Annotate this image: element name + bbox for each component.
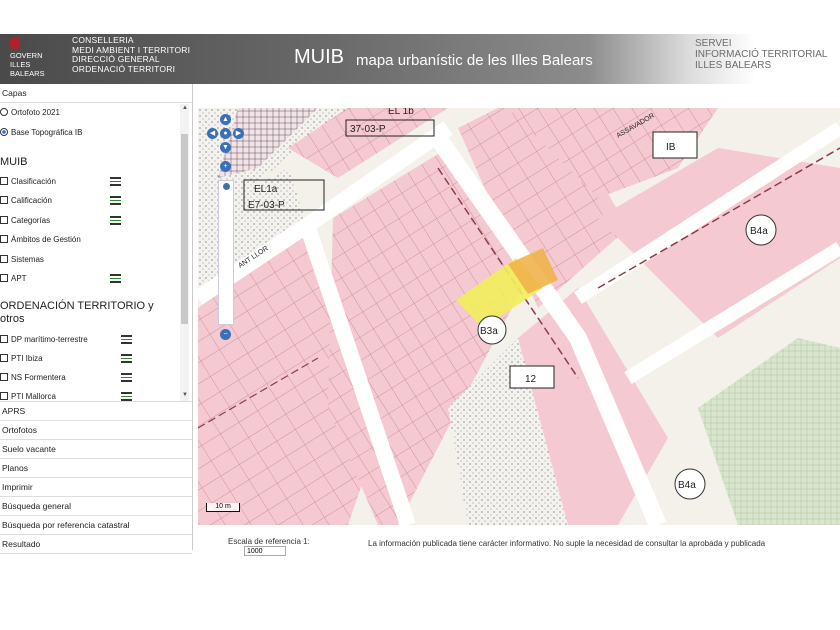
layer-apt[interactable]: APT — [0, 272, 27, 286]
radio-topografica[interactable] — [0, 128, 8, 136]
layer-dp-maritimo[interactable]: DP marítimo-terrestre — [0, 333, 88, 347]
disclaimer-text: La información publicada tiene carácter … — [368, 539, 766, 548]
map-label: EL 1b — [388, 108, 414, 117]
pan-right-icon[interactable]: ▶ — [233, 128, 244, 139]
app-header: GOVERN ILLES BALEARS CONSELLERIA MEDI AM… — [0, 34, 840, 84]
checkbox[interactable] — [0, 196, 8, 204]
servei-text: SERVEI INFORMACIÓ TERRITORIAL ILLES BALE… — [695, 38, 828, 71]
base-layer-topografica[interactable]: Base Topográfica IB — [0, 126, 82, 140]
map-label: IB — [666, 142, 676, 153]
checkbox[interactable] — [0, 177, 8, 185]
app-title: MUIB — [294, 46, 344, 68]
menu-resultado[interactable]: Resultado — [0, 535, 192, 554]
legend-icon[interactable] — [121, 392, 132, 401]
layer-clasificacion[interactable]: Clasificación — [0, 175, 56, 189]
govern-crest-icon — [10, 38, 20, 50]
legend-icon[interactable] — [110, 274, 121, 283]
urban-plan-map[interactable]: 37-03-P EL 1b EL1a E7-03-P IB B4a B3a 12… — [198, 108, 840, 525]
scroll-up-icon[interactable]: ▲ — [182, 105, 188, 111]
group-title-ordenacion: ORDENACIÓN TERRITORIO y otros — [0, 300, 154, 325]
scale-bar: 10 m — [206, 503, 240, 512]
legend-icon[interactable] — [110, 216, 121, 225]
checkbox[interactable] — [0, 216, 8, 224]
app-subtitle: mapa urbanístic de les Illes Balears — [356, 52, 593, 69]
menu-planos[interactable]: Planos — [0, 459, 192, 478]
group-title-muib: MUIB — [0, 156, 28, 168]
checkbox[interactable] — [0, 392, 8, 400]
layers-scrollbar[interactable]: ▲ ▼ — [180, 104, 189, 401]
scale-input[interactable] — [244, 546, 286, 556]
govern-logo: GOVERN ILLES BALEARS — [10, 38, 66, 78]
capas-header[interactable]: Capas — [0, 84, 192, 103]
scrollbar-thumb[interactable] — [181, 134, 188, 324]
zoom-in-icon[interactable]: + — [220, 161, 231, 172]
pan-down-icon[interactable]: ▼ — [220, 142, 231, 153]
menu-busqueda-general[interactable]: Búsqueda general — [0, 497, 192, 516]
checkbox[interactable] — [0, 255, 8, 263]
radio-ortofoto[interactable] — [0, 108, 8, 116]
menu-ortofotos[interactable]: Ortofotos — [0, 421, 192, 440]
layer-calificacion[interactable]: Calificación — [0, 194, 52, 208]
scroll-down-icon[interactable]: ▼ — [182, 392, 188, 398]
layer-sistemas[interactable]: Sistemas — [0, 253, 44, 267]
base-layer-ortofoto[interactable]: Ortofoto 2021 — [0, 106, 60, 120]
legend-icon[interactable] — [110, 177, 121, 186]
map-label: EL1a — [254, 184, 278, 195]
layers-panel: Ortofoto 2021 Base Topográfica IB MUIB C… — [0, 104, 192, 402]
map-label: E7-03-P — [248, 200, 285, 211]
map-label: B4a — [678, 480, 696, 491]
map-view[interactable]: 37-03-P EL 1b EL1a E7-03-P IB B4a B3a 12… — [198, 108, 840, 525]
map-label: 12 — [525, 374, 537, 385]
map-label: B3a — [480, 326, 498, 337]
legend-icon[interactable] — [121, 354, 132, 363]
map-label: 37-03-P — [350, 124, 386, 135]
checkbox[interactable] — [0, 354, 8, 362]
checkbox[interactable] — [0, 335, 8, 343]
zoom-slider-thumb[interactable] — [223, 183, 230, 190]
sidebar: Capas Ortofoto 2021 Base Topográfica IB … — [0, 84, 193, 554]
menu-imprimir[interactable]: Imprimir — [0, 478, 192, 497]
scale-label: Escala de referencia 1: — [228, 537, 310, 546]
layer-pti-ibiza[interactable]: PTI Ibiza — [0, 352, 43, 366]
menu-aprs[interactable]: APRS — [0, 402, 192, 421]
zoom-out-icon[interactable]: − — [220, 329, 231, 340]
legend-icon[interactable] — [110, 196, 121, 205]
menu-suelo-vacante[interactable]: Suelo vacante — [0, 440, 192, 459]
checkbox[interactable] — [0, 235, 8, 243]
layer-ambitos[interactable]: Ámbitos de Gestión — [0, 233, 81, 247]
layer-categorias[interactable]: Categorías — [0, 214, 50, 228]
checkbox[interactable] — [0, 373, 8, 381]
checkbox[interactable] — [0, 274, 8, 282]
layer-ns-formentera[interactable]: NS Formentera — [0, 371, 66, 385]
legend-icon[interactable] — [121, 335, 132, 344]
menu-busqueda-catastral[interactable]: Búsqueda por referencia catastral — [0, 516, 192, 535]
conselleria-text: CONSELLERIA MEDI AMBIENT I TERRITORI DIR… — [72, 35, 191, 74]
pan-left-icon[interactable]: ◀ — [207, 128, 218, 139]
map-label: B4a — [750, 226, 768, 237]
layer-pti-mallorca[interactable]: PTI Mallorca — [0, 390, 56, 401]
legend-icon[interactable] — [121, 373, 132, 382]
zoom-slider[interactable] — [218, 180, 234, 325]
zoom-extent-icon[interactable]: ● — [220, 128, 231, 139]
pan-up-icon[interactable]: ▲ — [220, 114, 231, 125]
